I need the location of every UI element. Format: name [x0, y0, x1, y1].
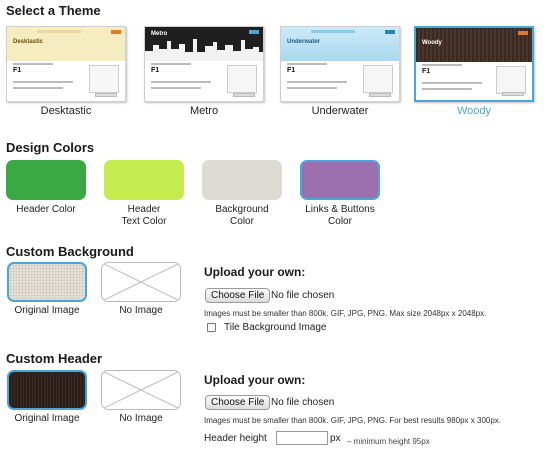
header-none-thumb[interactable]	[101, 370, 181, 410]
thumb-f1-text: F1	[287, 67, 296, 74]
theme-thumb-header: Metro	[145, 27, 263, 61]
thumb-line	[151, 63, 191, 65]
thumb-header-bar	[311, 30, 355, 33]
theme-option-woody[interactable]: Woody F1 Woody	[414, 26, 534, 117]
thumb-sidebar	[89, 65, 119, 93]
header-upload-title: Upload your own:	[204, 373, 306, 387]
color-label: Header Color	[16, 204, 76, 215]
color-swatch[interactable]	[202, 160, 282, 200]
thumb-line	[422, 82, 482, 84]
color-label: Background Color	[215, 204, 269, 227]
theme-thumb-title: Woody	[422, 40, 442, 46]
image-option-label: Original Image	[14, 413, 80, 424]
color-option-links-buttons[interactable]: Links & Buttons Color	[298, 160, 382, 228]
theme-thumb-title: Desktastic	[13, 39, 44, 45]
section-title-colors: Design Colors	[6, 140, 95, 155]
background-choose-file-button[interactable]: Choose File	[205, 288, 271, 303]
image-option-label: No Image	[119, 305, 163, 316]
theme-label: Woody	[456, 105, 492, 117]
background-original-option[interactable]: Original Image	[7, 262, 87, 316]
theme-thumb-header: Desktastic	[7, 27, 125, 61]
theme-label: Metro	[189, 105, 219, 117]
theme-thumb-body: F1	[7, 61, 125, 101]
theme-thumb-header: Woody	[416, 28, 532, 62]
color-swatch[interactable]	[6, 160, 86, 200]
header-original-thumb[interactable]	[7, 370, 87, 410]
thumb-header-button	[249, 30, 259, 34]
image-option-label: Original Image	[14, 305, 80, 316]
background-none-option[interactable]: No Image	[101, 262, 181, 316]
theme-label: Underwater	[311, 105, 369, 117]
theme-option-desktastic[interactable]: Desktastic F1 Desktastic	[6, 26, 126, 117]
header-height-unit: px	[330, 433, 341, 444]
thumb-f1-text: F1	[422, 68, 431, 75]
theme-option-metro[interactable]: Metro F1 Metro	[144, 26, 264, 117]
theme-thumb-body: F1	[281, 61, 399, 101]
color-swatch[interactable]	[300, 160, 380, 200]
header-none-option[interactable]: No Image	[101, 370, 181, 424]
thumb-line	[287, 63, 327, 65]
thumb-sidebar	[496, 66, 526, 94]
image-option-label: No Image	[119, 413, 163, 424]
theme-thumbnail[interactable]: Woody F1	[414, 26, 534, 102]
thumb-line	[287, 81, 347, 83]
thumb-line	[422, 88, 472, 90]
thumb-button	[369, 93, 391, 97]
thumb-f1-text: F1	[151, 67, 160, 74]
background-file-status: No file chosen	[271, 290, 335, 301]
color-label: Header Text Color	[121, 204, 167, 227]
background-original-thumb[interactable]	[7, 262, 87, 302]
section-title-theme: Select a Theme	[6, 3, 101, 18]
theme-thumb-body: F1	[416, 62, 532, 100]
thumb-line	[13, 81, 73, 83]
tile-background-label[interactable]: Tile Background Image	[224, 322, 326, 333]
theme-thumb-title: Metro	[151, 31, 168, 37]
theme-thumb-title: Underwater	[287, 39, 321, 45]
color-label: Links & Buttons Color	[305, 204, 375, 227]
thumb-line	[422, 64, 462, 66]
section-title-header: Custom Header	[6, 351, 103, 366]
theme-thumb-body: F1	[145, 61, 263, 101]
thumb-button	[502, 92, 524, 96]
thumb-header-button	[385, 30, 395, 34]
thumb-line	[13, 63, 53, 65]
no-image-icon	[102, 263, 180, 301]
thumb-header-button	[111, 30, 121, 34]
theme-label: Desktastic	[40, 105, 92, 117]
tile-background-checkbox[interactable]	[207, 323, 216, 332]
header-height-input[interactable]	[276, 431, 328, 445]
thumb-f1-text: F1	[13, 67, 22, 74]
background-upload-title: Upload your own:	[204, 265, 306, 279]
color-option-header-text[interactable]: Header Text Color	[102, 160, 186, 228]
thumb-sidebar	[363, 65, 393, 93]
color-swatch[interactable]	[104, 160, 184, 200]
thumb-sidebar	[227, 65, 257, 93]
theme-thumbnail[interactable]: Underwater F1	[280, 26, 400, 102]
color-option-background[interactable]: Background Color	[200, 160, 284, 228]
section-title-background: Custom Background	[6, 244, 134, 259]
thumb-line	[151, 81, 211, 83]
thumb-header-button	[518, 31, 528, 35]
thumb-line	[287, 87, 337, 89]
no-image-icon	[102, 371, 180, 409]
header-upload-hint: Images must be smaller than 800k. GIF, J…	[204, 416, 502, 425]
thumb-line	[151, 87, 201, 89]
background-none-thumb[interactable]	[101, 262, 181, 302]
theme-thumbnail[interactable]: Metro F1	[144, 26, 264, 102]
header-file-status: No file chosen	[271, 397, 335, 408]
header-height-minimum: – minimum height 95px	[347, 437, 430, 446]
theme-thumb-header: Underwater	[281, 27, 399, 61]
thumb-line	[13, 87, 63, 89]
header-choose-file-button[interactable]: Choose File	[205, 395, 271, 410]
thumb-button	[233, 93, 255, 97]
background-upload-hint: Images must be smaller than 800k. GIF, J…	[204, 309, 487, 318]
thumb-header-bar	[37, 30, 81, 33]
color-option-header[interactable]: Header Color	[4, 160, 88, 216]
thumb-button	[95, 93, 117, 97]
header-height-label: Header height	[204, 433, 267, 444]
theme-thumbnail[interactable]: Desktastic F1	[6, 26, 126, 102]
header-original-option[interactable]: Original Image	[7, 370, 87, 424]
theme-option-underwater[interactable]: Underwater F1 Underwater	[280, 26, 400, 117]
